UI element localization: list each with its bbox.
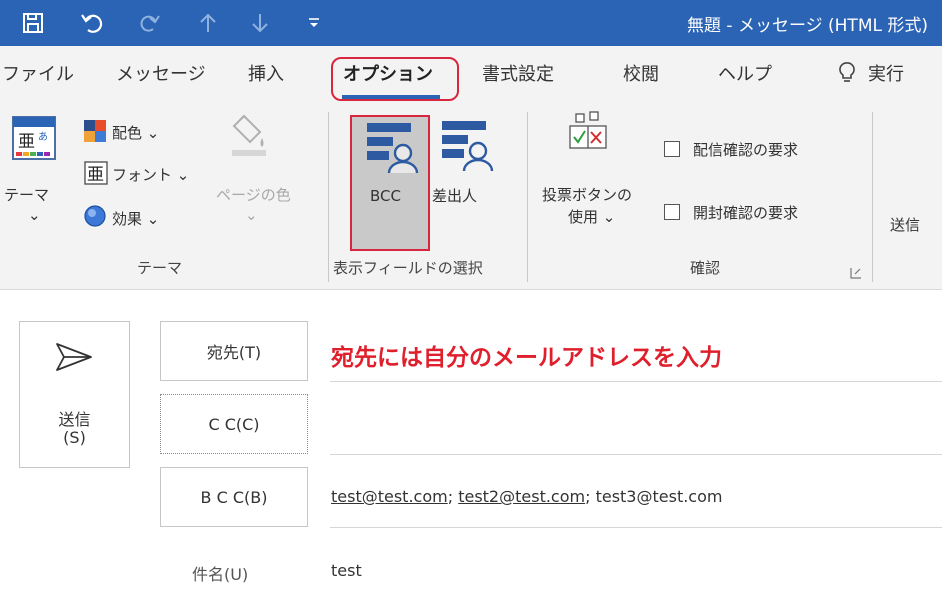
bcc-button[interactable]: BCC: [350, 115, 430, 251]
tab-options-highlight: [331, 57, 459, 101]
tab-message[interactable]: メッセージ: [116, 60, 206, 86]
from-icon: [438, 119, 494, 187]
theme-button-label[interactable]: テーマ: [4, 184, 49, 205]
delivery-receipt-label[interactable]: 配信確認の要求: [693, 139, 798, 160]
bcc-label: BCC: [370, 187, 401, 205]
up-arrow-icon[interactable]: [194, 9, 222, 37]
bcc-field-input[interactable]: test@test.com; test2@test.com; test3@tes…: [331, 487, 722, 506]
voting-buttons-chevron[interactable]: 使用 ⌄: [568, 206, 615, 227]
title-bar: 無題 - メッセージ (HTML 形式): [0, 0, 942, 46]
svg-text:亜: 亜: [18, 132, 35, 152]
undo-icon[interactable]: [78, 9, 106, 37]
ribbon-tabs: ファイル メッセージ 挿入 オプション 書式設定 校閲 ヘルプ 実行: [0, 46, 942, 102]
from-button[interactable]: 差出人: [432, 115, 498, 225]
delivery-receipt-checkbox[interactable]: [664, 141, 680, 157]
more-options-label[interactable]: 送信: [890, 214, 920, 235]
cc-field-underline: [330, 454, 942, 455]
bcc-address[interactable]: test3@test.com: [596, 487, 723, 506]
voting-buttons-icon[interactable]: [568, 110, 608, 156]
to-field-underline: [330, 381, 942, 382]
tracking-group-label: 確認: [690, 259, 721, 277]
tracking-dialog-launcher-icon[interactable]: [850, 264, 862, 283]
save-icon[interactable]: [19, 9, 47, 37]
send-label: 送信: [58, 410, 91, 429]
fonts-label[interactable]: フォント ⌄: [112, 164, 189, 185]
svg-text:亜: 亜: [87, 165, 104, 185]
tab-help[interactable]: ヘルプ: [718, 60, 772, 86]
effects-label[interactable]: 効果 ⌄: [112, 208, 159, 229]
bcc-icon: [363, 121, 419, 189]
subject-label: 件名(U): [192, 565, 249, 584]
send-accelerator: (S): [63, 428, 86, 447]
voting-buttons-label[interactable]: 投票ボタンの: [542, 184, 632, 205]
subject-input[interactable]: test: [331, 561, 362, 580]
read-receipt-checkbox[interactable]: [664, 204, 680, 220]
bcc-field-underline: [330, 527, 942, 528]
colors-label[interactable]: 配色 ⌄: [112, 122, 159, 143]
tab-insert[interactable]: 挿入: [248, 60, 284, 86]
group-separator: [527, 112, 528, 282]
fonts-icon[interactable]: 亜: [84, 161, 108, 189]
bcc-field-button[interactable]: B C C(B): [160, 467, 308, 527]
from-label: 差出人: [432, 187, 478, 205]
to-button[interactable]: 宛先(T): [160, 321, 308, 381]
bcc-address[interactable]: test2@test.com: [458, 487, 585, 506]
annotation-text: 宛先には自分のメールアドレスを入力: [331, 345, 722, 371]
theme-chevron[interactable]: ⌄: [28, 206, 41, 224]
cc-button[interactable]: C C(C): [160, 394, 308, 454]
theme-icon[interactable]: 亜 あ: [12, 116, 56, 164]
lightbulb-icon[interactable]: [838, 61, 856, 89]
send-icon: [54, 342, 94, 376]
colors-icon[interactable]: [84, 120, 106, 146]
group-separator: [872, 112, 873, 282]
send-button[interactable]: 送信 (S): [19, 321, 130, 468]
svg-text:あ: あ: [38, 131, 48, 143]
group-separator: [328, 112, 329, 282]
bcc-address[interactable]: test@test.com: [331, 487, 448, 506]
window-title: 無題 - メッセージ (HTML 形式): [687, 16, 928, 36]
tell-me-label[interactable]: 実行: [868, 60, 904, 86]
page-color-icon: [230, 112, 270, 162]
read-receipt-label[interactable]: 開封確認の要求: [693, 202, 798, 223]
page-color-chevron: ⌄: [245, 206, 258, 224]
page-color-label: ページの色: [216, 186, 291, 204]
effects-icon[interactable]: [84, 205, 106, 231]
tab-review[interactable]: 校閲: [623, 60, 659, 86]
tab-file[interactable]: ファイル: [2, 60, 74, 86]
fields-group-label: 表示フィールドの選択: [333, 259, 483, 277]
tab-format-text[interactable]: 書式設定: [482, 60, 554, 86]
down-arrow-icon[interactable]: [246, 9, 274, 37]
customize-qat-icon[interactable]: [300, 9, 328, 37]
redo-icon[interactable]: [136, 9, 164, 37]
theme-group-label: テーマ: [137, 259, 183, 277]
